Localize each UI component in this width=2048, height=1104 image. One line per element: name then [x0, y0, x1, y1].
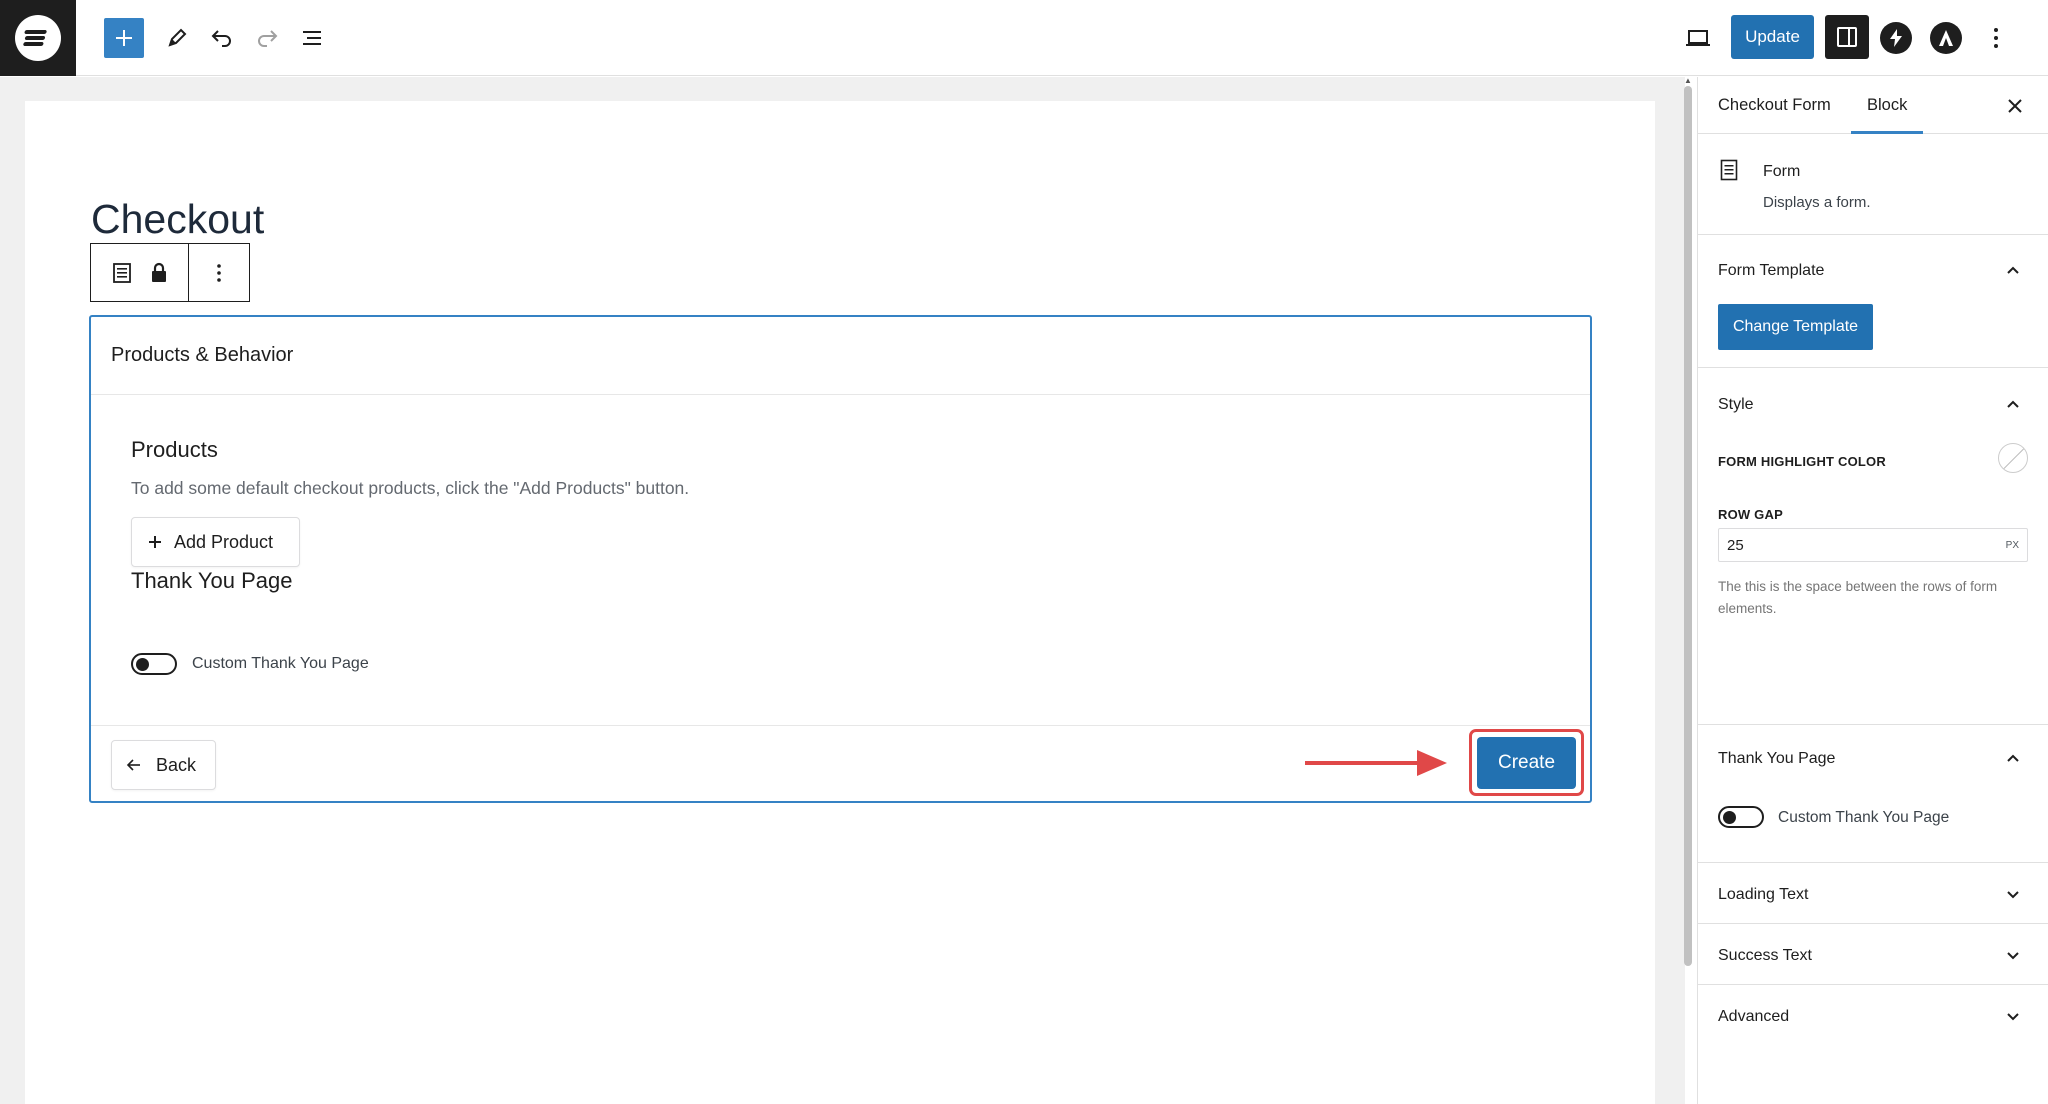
create-button[interactable]: Create	[1477, 737, 1576, 789]
card-header: Products & Behavior	[91, 317, 1590, 395]
redo-icon	[258, 30, 278, 47]
custom-thank-you-toggle[interactable]	[131, 653, 177, 675]
row-gap-input[interactable]: 25 PX	[1718, 528, 2028, 562]
canvas-scrollbar[interactable]	[1684, 86, 1692, 966]
custom-thank-you-label: Custom Thank You Page	[192, 655, 369, 672]
advanced-panel[interactable]: Advanced	[1698, 985, 2048, 1046]
back-button[interactable]: Back	[111, 740, 216, 790]
list-view-icon	[303, 31, 321, 45]
form-block-icon	[1720, 159, 1738, 181]
sidebar-toggle-icon	[1837, 27, 1857, 47]
row-gap-label: ROW GAP	[1718, 507, 1783, 522]
row-gap-unit[interactable]: PX	[2006, 540, 2019, 551]
row-gap-help: The this is the space between the rows o…	[1718, 579, 1998, 616]
preview-button[interactable]	[1678, 18, 1718, 58]
advanced-heading[interactable]: Advanced	[1718, 1008, 1789, 1026]
tools-button[interactable]	[157, 18, 197, 58]
surecart-logo[interactable]	[0, 0, 76, 76]
bolt-icon	[1890, 29, 1902, 47]
scroll-up-arrow[interactable]: ▲	[1684, 77, 1692, 85]
undo-icon	[211, 30, 231, 47]
settings-sidebar: Checkout Form Block Form Displays a form…	[1697, 77, 2048, 1104]
checkout-form-setup-card: Products & Behavior Products To add some…	[89, 315, 1592, 803]
annotation-arrow-icon	[1305, 750, 1447, 776]
block-name: Form	[1763, 163, 1801, 180]
thank-you-heading[interactable]: Thank You Page	[1718, 750, 1835, 768]
block-card: Form Displays a form.	[1698, 135, 2048, 235]
back-label: Back	[156, 754, 197, 775]
vertical-dots-icon	[1994, 28, 1998, 48]
chevron-up-icon[interactable]	[2005, 750, 2021, 766]
toggle-knob	[1723, 811, 1736, 824]
tab-checkout-form[interactable]: Checkout Form	[1718, 77, 1831, 134]
form-block-icon[interactable]	[112, 262, 132, 284]
style-heading[interactable]: Style	[1718, 396, 1754, 414]
add-block-button[interactable]	[104, 18, 144, 58]
add-product-label: Add Product	[174, 531, 274, 552]
change-template-button[interactable]: Change Template	[1718, 304, 1873, 350]
close-icon[interactable]	[2004, 95, 2026, 117]
sidebar-custom-thank-you-toggle[interactable]	[1718, 806, 1764, 828]
form-highlight-color-label: FORM HIGHLIGHT COLOR	[1718, 454, 1886, 469]
arrow-left-icon	[126, 759, 140, 771]
products-hint: To add some default checkout products, c…	[131, 478, 690, 498]
undo-button[interactable]	[202, 18, 242, 58]
thank-you-heading: Thank You Page	[131, 568, 293, 593]
row-gap-value: 25	[1727, 536, 1744, 554]
block-toolbar	[90, 243, 250, 302]
loading-text-heading[interactable]: Loading Text	[1718, 886, 1808, 904]
astra-icon	[1939, 30, 1953, 46]
sidebar-tabs: Checkout Form Block	[1698, 77, 2048, 134]
highlight-color-swatch[interactable]	[1998, 443, 2028, 473]
loading-text-panel[interactable]: Loading Text	[1698, 863, 2048, 924]
redo-button[interactable]	[247, 18, 287, 58]
block-description: Displays a form.	[1763, 194, 1871, 211]
products-heading: Products	[131, 437, 218, 462]
logo-icon	[15, 15, 61, 61]
surecart-bolt-button[interactable]	[1880, 22, 1912, 54]
block-toolbar-group	[91, 244, 189, 301]
chevron-up-icon[interactable]	[2005, 262, 2021, 278]
toggle-knob	[136, 658, 149, 671]
form-template-heading[interactable]: Form Template	[1718, 262, 1824, 280]
block-options-button[interactable]	[189, 244, 249, 301]
update-button[interactable]: Update	[1731, 15, 1814, 59]
success-text-panel[interactable]: Success Text	[1698, 924, 2048, 985]
lock-icon[interactable]	[150, 262, 168, 284]
editor-top-toolbar: Update	[0, 0, 2048, 76]
chevron-down-icon[interactable]	[2005, 948, 2021, 964]
page-title[interactable]: Checkout	[91, 196, 264, 243]
thank-you-panel: Thank You Page Custom Thank You Page	[1698, 725, 2048, 863]
pencil-icon	[168, 28, 187, 47]
astra-button[interactable]	[1930, 22, 1962, 54]
chevron-down-icon[interactable]	[2005, 1009, 2021, 1025]
chevron-up-icon[interactable]	[2005, 396, 2021, 412]
settings-sidebar-button[interactable]	[1825, 15, 1869, 59]
success-text-heading[interactable]: Success Text	[1718, 947, 1812, 965]
chevron-down-icon[interactable]	[2005, 887, 2021, 903]
plus-icon	[149, 536, 161, 548]
desktop-icon	[1686, 30, 1710, 46]
options-menu-button[interactable]	[1976, 18, 2016, 58]
add-product-button[interactable]: Add Product	[131, 517, 300, 567]
document-overview-button[interactable]	[292, 18, 332, 58]
vertical-dots-icon	[217, 263, 221, 282]
tab-block[interactable]: Block	[1851, 77, 1924, 134]
sidebar-custom-thank-you-label: Custom Thank You Page	[1778, 809, 1950, 826]
plus-icon	[116, 30, 132, 46]
